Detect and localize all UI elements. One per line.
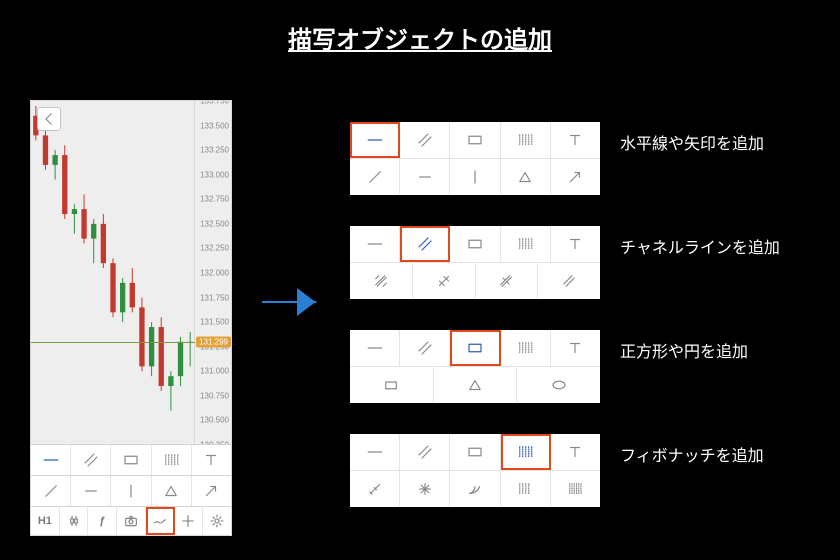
y-tick: 132.250: [200, 244, 229, 253]
page-title: 描写オブジェクトの追加: [0, 20, 840, 55]
fib-icon[interactable]: [501, 122, 551, 158]
arrow-diag-icon[interactable]: [551, 159, 600, 195]
channel-var3-icon[interactable]: [476, 263, 539, 299]
fib-fan-icon[interactable]: [400, 471, 450, 507]
y-tick: 130.250: [200, 441, 229, 445]
rect-icon[interactable]: [450, 330, 500, 366]
vline-icon[interactable]: [450, 159, 500, 195]
text-icon[interactable]: [551, 122, 600, 158]
y-tick: 130.750: [200, 391, 229, 400]
y-tick: 131.500: [200, 318, 229, 327]
channel-var2-icon[interactable]: [413, 263, 476, 299]
panel-label: チャネルラインを追加: [620, 234, 780, 258]
channel-icon[interactable]: [400, 226, 450, 262]
fib-icon[interactable]: [152, 445, 192, 475]
y-tick: 132.000: [200, 269, 229, 278]
triangle-icon[interactable]: [152, 476, 192, 506]
bottom-bar: H1 ƒ: [31, 506, 231, 535]
camera-icon[interactable]: [117, 507, 146, 535]
y-tick: 133.250: [200, 146, 229, 155]
text-icon[interactable]: [551, 226, 600, 262]
y-tick: 132.750: [200, 195, 229, 204]
hline-icon[interactable]: [350, 122, 400, 158]
y-tick: 133.000: [200, 170, 229, 179]
tool-panel: [350, 330, 600, 403]
price-line: [31, 342, 195, 343]
channel-icon[interactable]: [400, 122, 450, 158]
text-icon[interactable]: [192, 445, 231, 475]
diag-line-icon[interactable]: [31, 476, 71, 506]
y-tick: 133.750: [200, 101, 229, 106]
rect-icon[interactable]: [450, 122, 500, 158]
channel-icon[interactable]: [400, 434, 450, 470]
text-icon[interactable]: [551, 434, 600, 470]
indicator-f[interactable]: ƒ: [88, 507, 117, 535]
candlestick-chart: [31, 101, 195, 444]
y-tick: 133.500: [200, 121, 229, 130]
channel-icon[interactable]: [71, 445, 111, 475]
tool-panel: [350, 122, 600, 195]
ellipse-icon[interactable]: [517, 367, 600, 403]
panel-label: 正方形や円を追加: [620, 338, 748, 362]
rect-icon[interactable]: [450, 434, 500, 470]
fib-icon[interactable]: [501, 226, 551, 262]
y-tick: 132.500: [200, 219, 229, 228]
arrow-icon: [258, 282, 318, 327]
timeframe-h1[interactable]: H1: [31, 507, 60, 535]
rect-out-icon[interactable]: [350, 367, 434, 403]
panel-label: 水平線や矢印を追加: [620, 130, 764, 154]
tri-out-icon[interactable]: [434, 367, 518, 403]
chart-area[interactable]: 133.750 133.500 133.250 133.000 132.750 132.5…: [31, 101, 231, 444]
vline-icon[interactable]: [111, 476, 151, 506]
fib-arc-icon[interactable]: [450, 471, 500, 507]
y-tick: 130.500: [200, 416, 229, 425]
rect-icon[interactable]: [450, 226, 500, 262]
y-tick: 131.000: [200, 367, 229, 376]
hline-seg-icon[interactable]: [400, 159, 450, 195]
fib-grid2-icon[interactable]: [551, 471, 600, 507]
candle-type-icon[interactable]: [60, 507, 89, 535]
text-icon[interactable]: [551, 330, 600, 366]
tool-panel: [350, 434, 600, 507]
channel-var4-icon[interactable]: [538, 263, 600, 299]
draw-toolbar: [31, 444, 231, 475]
hline-icon[interactable]: [31, 445, 71, 475]
channel-var1-icon[interactable]: [350, 263, 413, 299]
diag-line-icon[interactable]: [350, 159, 400, 195]
arrow-diag-icon[interactable]: [192, 476, 231, 506]
hline-icon[interactable]: [350, 434, 400, 470]
fib-icon[interactable]: [501, 434, 551, 470]
fib-retrace-icon[interactable]: [350, 471, 400, 507]
hline-icon[interactable]: [350, 226, 400, 262]
hline-seg-icon[interactable]: [71, 476, 111, 506]
rect-icon[interactable]: [111, 445, 151, 475]
tool-panel: [350, 226, 600, 299]
fib-icon[interactable]: [501, 330, 551, 366]
panel-label: フィボナッチを追加: [620, 442, 764, 466]
y-axis: 133.750 133.500 133.250 133.000 132.750 132.5…: [194, 101, 231, 444]
y-tick: 131.750: [200, 293, 229, 302]
crosshair-icon[interactable]: [175, 507, 204, 535]
channel-icon[interactable]: [400, 330, 450, 366]
hline-icon[interactable]: [350, 330, 400, 366]
settings-icon[interactable]: [203, 507, 231, 535]
draw-toolbar-2: [31, 475, 231, 506]
phone-mock: 133.750 133.500 133.250 133.000 132.750 132.5…: [30, 100, 232, 536]
triangle-icon[interactable]: [501, 159, 551, 195]
back-button[interactable]: [37, 107, 61, 131]
draw-icon[interactable]: [146, 507, 175, 535]
price-tag: 131.299: [196, 336, 231, 347]
fib-grid1-icon[interactable]: [501, 471, 551, 507]
